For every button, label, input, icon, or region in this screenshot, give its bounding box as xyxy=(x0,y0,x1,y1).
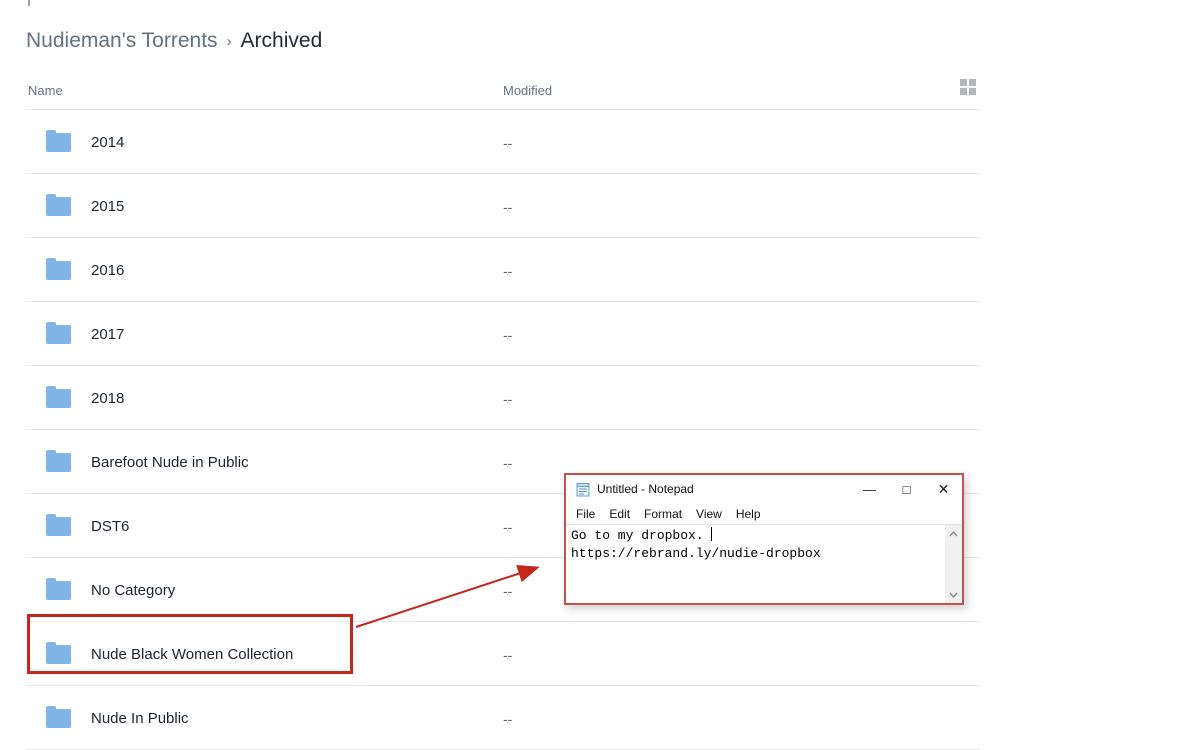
table-row[interactable]: 2016 -- xyxy=(26,238,980,302)
file-modified: -- xyxy=(503,199,512,215)
scroll-down-icon[interactable] xyxy=(945,586,962,603)
menu-file[interactable]: File xyxy=(569,505,602,523)
file-name[interactable]: Nude In Public xyxy=(91,710,189,727)
file-modified: -- xyxy=(503,519,512,535)
minimize-button[interactable]: — xyxy=(851,475,888,503)
notepad-text-area[interactable]: Go to my dropbox. https://rebrand.ly/nud… xyxy=(566,525,945,603)
file-modified: -- xyxy=(503,647,512,663)
table-row[interactable]: Nude Black Women Collection -- xyxy=(26,622,980,686)
file-name[interactable]: Nude Black Women Collection xyxy=(91,646,293,663)
folder-icon xyxy=(46,581,71,600)
table-row[interactable]: 2017 -- xyxy=(26,302,980,366)
folder-icon xyxy=(46,261,71,280)
text-line: Go to my dropbox. xyxy=(571,527,945,545)
file-modified: -- xyxy=(503,327,512,343)
folder-icon xyxy=(46,709,71,728)
notepad-menubar: File Edit Format View Help xyxy=(566,503,962,524)
text-line: https://rebrand.ly/nudie-dropbox xyxy=(571,545,945,563)
text-caret xyxy=(711,527,712,541)
file-modified: -- xyxy=(503,135,512,151)
folder-icon xyxy=(46,645,71,664)
folder-icon xyxy=(46,453,71,472)
table-header: Name Modified xyxy=(26,75,980,110)
scroll-up-icon[interactable] xyxy=(945,525,962,542)
file-modified: -- xyxy=(503,583,512,599)
column-header-name[interactable]: Name xyxy=(28,83,63,98)
close-button[interactable]: ✕ xyxy=(925,475,962,503)
notepad-titlebar[interactable]: Untitled - Notepad — □ ✕ xyxy=(566,475,962,503)
file-modified: -- xyxy=(503,391,512,407)
table-row[interactable]: 2014 -- xyxy=(26,110,980,174)
file-name[interactable]: 2014 xyxy=(91,134,124,151)
notepad-scrollbar[interactable] xyxy=(945,525,962,603)
notepad-icon xyxy=(575,481,591,497)
file-modified: -- xyxy=(503,711,512,727)
grid-view-icon[interactable] xyxy=(960,79,978,97)
file-table: Name Modified 2014 -- 2015 -- 2016 -- 20… xyxy=(26,75,980,750)
table-row[interactable]: 2018 -- xyxy=(26,366,980,430)
menu-help[interactable]: Help xyxy=(729,505,768,523)
file-name[interactable]: 2015 xyxy=(91,198,124,215)
column-header-modified[interactable]: Modified xyxy=(503,83,552,98)
file-name[interactable]: No Category xyxy=(91,582,175,599)
folder-icon xyxy=(46,197,71,216)
folder-icon xyxy=(46,389,71,408)
table-row[interactable]: 2015 -- xyxy=(26,174,980,238)
file-name[interactable]: 2016 xyxy=(91,262,124,279)
menu-format[interactable]: Format xyxy=(637,505,689,523)
chevron-right-icon: › xyxy=(227,33,232,50)
file-modified: -- xyxy=(503,263,512,279)
folder-icon xyxy=(46,517,71,536)
maximize-button[interactable]: □ xyxy=(888,475,925,503)
file-name[interactable]: DST6 xyxy=(91,518,129,535)
window-title: Untitled - Notepad xyxy=(597,482,851,496)
folder-icon xyxy=(46,133,71,152)
menu-edit[interactable]: Edit xyxy=(602,505,637,523)
breadcrumb: Nudieman's Torrents › Archived xyxy=(26,29,322,53)
file-name[interactable]: 2018 xyxy=(91,390,124,407)
menu-view[interactable]: View xyxy=(689,505,729,523)
corner-tick xyxy=(28,0,30,6)
file-modified: -- xyxy=(503,455,512,471)
table-row[interactable]: Nude In Public -- xyxy=(26,686,980,750)
folder-icon xyxy=(46,325,71,344)
file-name[interactable]: 2017 xyxy=(91,326,124,343)
dropbox-file-browser: Nudieman's Torrents › Archived Name Modi… xyxy=(0,0,1193,747)
breadcrumb-parent-link[interactable]: Nudieman's Torrents xyxy=(26,29,218,53)
file-list: 2014 -- 2015 -- 2016 -- 2017 -- 2018 -- … xyxy=(26,110,980,750)
file-name[interactable]: Barefoot Nude in Public xyxy=(91,454,249,471)
notepad-window: Untitled - Notepad — □ ✕ File Edit Forma… xyxy=(564,473,964,605)
page-title: Archived xyxy=(241,29,323,53)
